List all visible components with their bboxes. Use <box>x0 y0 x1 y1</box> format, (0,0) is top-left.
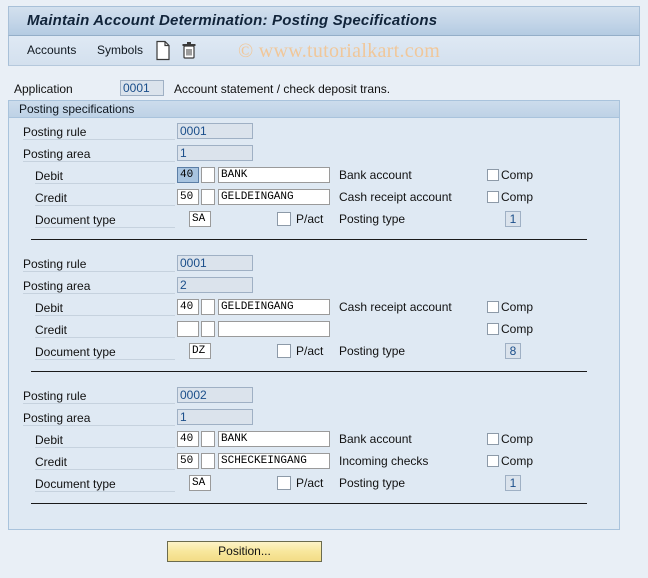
posting-rule-label-2: Posting rule <box>23 389 175 404</box>
block-separator <box>31 371 587 372</box>
debit-account-symbol-field-2[interactable]: BANK <box>218 431 330 447</box>
trash-icon[interactable] <box>180 40 198 61</box>
pact-checkbox-2[interactable] <box>277 476 291 490</box>
posting-specifications-panel: Posting specifications Posting rule 0001 P… <box>8 100 620 530</box>
panel-header-label: Posting specifications <box>19 102 135 116</box>
pact-checkbox-0[interactable] <box>277 212 291 226</box>
panel-header: Posting specifications <box>9 101 619 118</box>
credit-comp-checkbox-1[interactable] <box>487 323 499 335</box>
page-title: Maintain Account Determination: Posting … <box>27 12 438 29</box>
credit-label-1: Credit <box>35 323 175 338</box>
posting-area-label-0: Posting area <box>23 147 175 162</box>
posting-type-field-1[interactable]: 8 <box>505 343 521 359</box>
debit-posting-key-field-1[interactable]: 40 <box>177 299 199 315</box>
document-type-label-1: Document type <box>35 345 175 360</box>
panel-body: Posting rule 0001 Posting area 1 Debit 40 BANK… <box>9 118 619 529</box>
credit-account-symbol-field-0[interactable]: GELDEINGANG <box>218 189 330 205</box>
position-button[interactable]: Position... <box>167 541 322 562</box>
credit-comp-checkbox-0[interactable] <box>487 191 499 203</box>
debit-modifier-field-2[interactable] <box>201 431 215 447</box>
application-window: Maintain Account Determination: Posting … <box>0 0 648 578</box>
credit-description-0: Cash receipt account <box>339 190 452 204</box>
debit-account-symbol-field-0[interactable]: BANK <box>218 167 330 183</box>
pact-label-1: P/act <box>296 344 324 358</box>
application-field[interactable]: 0001 <box>120 80 164 96</box>
posting-rule-field-2[interactable]: 0002 <box>177 387 253 403</box>
credit-comp-checkbox-2[interactable] <box>487 455 499 467</box>
toolbar-accounts-button[interactable]: Accounts <box>27 43 76 57</box>
posting-rule-label-1: Posting rule <box>23 257 175 272</box>
credit-modifier-field-1[interactable] <box>201 321 215 337</box>
credit-posting-key-field-0[interactable]: 50 <box>177 189 199 205</box>
bottom-separator <box>31 503 587 504</box>
credit-description-2: Incoming checks <box>339 454 429 468</box>
debit-modifier-field-0[interactable] <box>201 167 215 183</box>
document-type-field-0[interactable]: SA <box>189 211 211 227</box>
posting-type-label-0: Posting type <box>339 212 406 226</box>
credit-comp-label-0: Comp <box>501 190 534 204</box>
posting-type-label-1: Posting type <box>339 344 406 358</box>
application-label: Application <box>14 82 73 96</box>
document-type-field-2[interactable]: SA <box>189 475 211 491</box>
credit-label-2: Credit <box>35 455 175 470</box>
pact-checkbox-1[interactable] <box>277 344 291 358</box>
debit-modifier-field-1[interactable] <box>201 299 215 315</box>
credit-modifier-field-0[interactable] <box>201 189 215 205</box>
application-row: Application 0001 Account statement / che… <box>0 80 648 100</box>
posting-area-field-0[interactable]: 1 <box>177 145 253 161</box>
posting-area-field-1[interactable]: 2 <box>177 277 253 293</box>
debit-label-1: Debit <box>35 301 175 316</box>
posting-rule-field-0[interactable]: 0001 <box>177 123 253 139</box>
document-type-field-1[interactable]: DZ <box>189 343 211 359</box>
credit-comp-label-2: Comp <box>501 454 534 468</box>
pact-label-0: P/act <box>296 212 324 226</box>
title-bar: Maintain Account Determination: Posting … <box>8 6 640 36</box>
posting-rule-field-1[interactable]: 0001 <box>177 255 253 271</box>
debit-comp-label-0: Comp <box>501 168 534 182</box>
posting-type-label-2: Posting type <box>339 476 406 490</box>
debit-label-0: Debit <box>35 169 175 184</box>
posting-area-label-2: Posting area <box>23 411 175 426</box>
debit-posting-key-field-2[interactable]: 40 <box>177 431 199 447</box>
credit-posting-key-field-2[interactable]: 50 <box>177 453 199 469</box>
block-separator <box>31 239 587 240</box>
document-icon[interactable] <box>154 40 172 61</box>
toolbar: Accounts Symbols <box>8 36 640 66</box>
debit-description-1: Cash receipt account <box>339 300 452 314</box>
debit-description-2: Bank account <box>339 432 412 446</box>
debit-posting-key-field-0[interactable]: 40 <box>177 167 199 183</box>
debit-comp-label-2: Comp <box>501 432 534 446</box>
credit-account-symbol-field-1[interactable] <box>218 321 330 337</box>
application-description: Account statement / check deposit trans. <box>174 82 391 96</box>
document-type-label-0: Document type <box>35 213 175 228</box>
credit-posting-key-field-1[interactable] <box>177 321 199 337</box>
posting-rule-label-0: Posting rule <box>23 125 175 140</box>
credit-label-0: Credit <box>35 191 175 206</box>
posting-area-field-2[interactable]: 1 <box>177 409 253 425</box>
debit-account-symbol-field-1[interactable]: GELDEINGANG <box>218 299 330 315</box>
credit-comp-label-1: Comp <box>501 322 534 336</box>
toolbar-symbols-button[interactable]: Symbols <box>97 43 143 57</box>
document-type-label-2: Document type <box>35 477 175 492</box>
pact-label-2: P/act <box>296 476 324 490</box>
debit-comp-label-1: Comp <box>501 300 534 314</box>
credit-modifier-field-2[interactable] <box>201 453 215 469</box>
debit-comp-checkbox-0[interactable] <box>487 169 499 181</box>
debit-label-2: Debit <box>35 433 175 448</box>
debit-comp-checkbox-1[interactable] <box>487 301 499 313</box>
debit-description-0: Bank account <box>339 168 412 182</box>
posting-type-field-2[interactable]: 1 <box>505 475 521 491</box>
credit-account-symbol-field-2[interactable]: SCHECKEINGANG <box>218 453 330 469</box>
debit-comp-checkbox-2[interactable] <box>487 433 499 445</box>
posting-type-field-0[interactable]: 1 <box>505 211 521 227</box>
posting-area-label-1: Posting area <box>23 279 175 294</box>
